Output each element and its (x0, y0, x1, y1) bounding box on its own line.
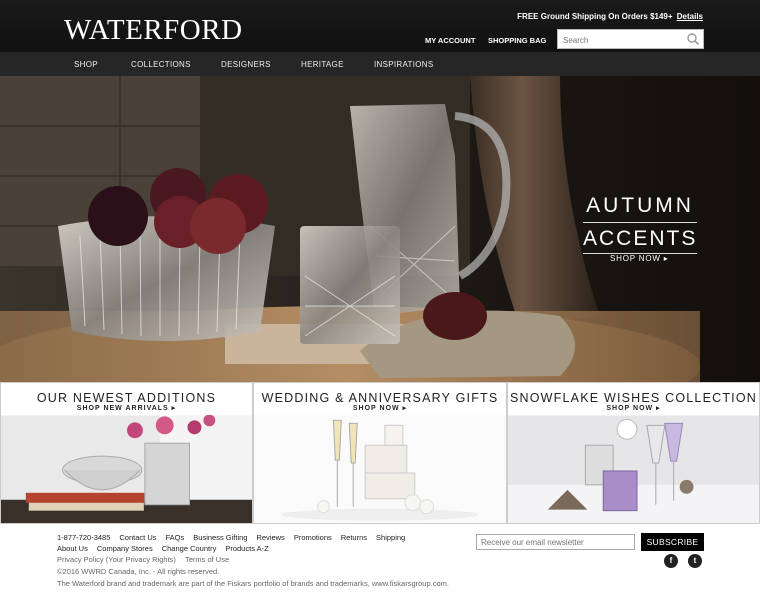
tile-title: OUR NEWEST ADDITIONS (36, 391, 217, 405)
subscribe-button[interactable]: SUBSCRIBE (641, 533, 704, 551)
nav-shop[interactable]: SHOP (74, 60, 98, 69)
footer-links-row-2: About Us Company Stores Change Country Prod… (57, 544, 278, 553)
nav-collections[interactable]: COLLECTIONS (131, 60, 191, 69)
nav-inspirations[interactable]: INSPIRATIONS (374, 60, 433, 69)
hero-line-1: AUTUMN (583, 194, 697, 223)
search-box (557, 29, 704, 50)
business-gifting-link[interactable]: Business Gifting (193, 533, 247, 542)
copyright-text: ©2016 WWRD Canada, Inc. - All rights res… (57, 567, 220, 576)
tile-shop-link[interactable]: SHOP NEW ARRIVALS ▸ (1, 404, 252, 412)
company-stores-link[interactable]: Company Stores (97, 544, 153, 553)
snowflake-wishes-image (508, 415, 759, 523)
reviews-link[interactable]: Reviews (256, 533, 284, 542)
products-a-z-link[interactable]: Products A-Z (225, 544, 268, 553)
phone-number: 1-877-720-3485 (57, 533, 111, 542)
shopping-bag-link[interactable]: SHOPPING BAG (488, 36, 546, 45)
shipping-promo-text: FREE Ground Shipping On Orders $149+ (517, 12, 673, 21)
promotions-link[interactable]: Promotions (294, 533, 332, 542)
my-account-link[interactable]: MY ACCOUNT (425, 36, 475, 45)
waterford-logo[interactable]: WATERFORD (64, 14, 243, 47)
about-us-link[interactable]: About Us (57, 544, 88, 553)
privacy-policy-link[interactable]: Privacy Policy (Your Privacy Rights) (57, 555, 176, 564)
faqs-link[interactable]: FAQs (166, 533, 185, 542)
terms-of-use-link[interactable]: Terms of Use (185, 555, 229, 564)
promo-tiles: OUR NEWEST ADDITIONS SHOP NEW ARRIVALS ▸… (0, 382, 760, 524)
tile-wedding-gifts[interactable]: WEDDING & ANNIVERSARY GIFTS SHOP NOW ▸ (253, 382, 507, 524)
nav-designers[interactable]: DESIGNERS (221, 60, 271, 69)
tile-title: WEDDING & ANNIVERSARY GIFTS (261, 391, 499, 405)
newest-additions-image (1, 415, 252, 523)
twitter-icon[interactable]: t (688, 554, 702, 568)
brand-note-text: The Waterford brand and trademark are pa… (57, 579, 449, 588)
promo-details-link[interactable]: Details (677, 12, 703, 21)
tile-snowflake-wishes[interactable]: SNOWFLAKE WISHES COLLECTION SHOP NOW ▸ (507, 382, 760, 524)
shipping-link[interactable]: Shipping (376, 533, 405, 542)
site-header: WATERFORD FREE Ground Shipping On Orders… (0, 0, 760, 76)
tile-title: SNOWFLAKE WISHES COLLECTION (509, 391, 758, 405)
hero-headline: AUTUMN ACCENTS (583, 194, 697, 254)
returns-link[interactable]: Returns (341, 533, 367, 542)
tile-newest-additions[interactable]: OUR NEWEST ADDITIONS SHOP NEW ARRIVALS ▸ (0, 382, 253, 524)
change-country-link[interactable]: Change Country (162, 544, 217, 553)
search-icon[interactable] (686, 32, 700, 46)
footer-links-row-3: Privacy Policy (Your Privacy Rights) Term… (57, 555, 238, 564)
hero-line-2: ACCENTS (583, 223, 697, 254)
facebook-icon[interactable]: f (664, 554, 678, 568)
newsletter-email-input[interactable] (476, 534, 635, 550)
tile-shop-link[interactable]: SHOP NOW ▸ (508, 404, 759, 412)
nav-heritage[interactable]: HERITAGE (301, 60, 344, 69)
hero-banner[interactable]: AUTUMN ACCENTS SHOP NOW ▸ (0, 76, 760, 382)
footer-links-row-1: 1-877-720-3485 Contact Us FAQs Business Gif… (57, 533, 414, 542)
contact-us-link[interactable]: Contact Us (119, 533, 156, 542)
shipping-promo: FREE Ground Shipping On Orders $149+ Det… (517, 12, 703, 21)
tile-shop-link[interactable]: SHOP NOW ▸ (254, 404, 506, 412)
site-footer: 1-877-720-3485 Contact Us FAQs Business Gif… (0, 524, 760, 609)
wedding-gifts-image (254, 415, 506, 523)
hero-shop-now-link[interactable]: SHOP NOW ▸ (610, 254, 669, 263)
search-input[interactable] (558, 31, 683, 50)
main-nav: SHOP COLLECTIONS DESIGNERS HERITAGE INSP… (0, 52, 760, 76)
